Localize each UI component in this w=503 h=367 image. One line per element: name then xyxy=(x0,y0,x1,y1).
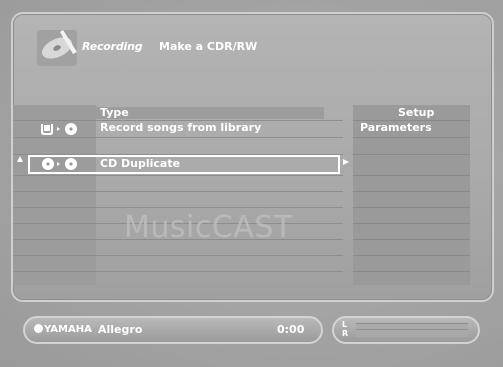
level-meter xyxy=(356,323,468,337)
left-channel-label: L xyxy=(342,320,348,329)
brand-label: YAMAHA xyxy=(44,324,92,335)
page-title: Recording xyxy=(82,40,143,53)
page-subtitle: Make a CDR/RW xyxy=(159,40,258,53)
right-channel-label: R xyxy=(342,329,349,338)
scroll-up-arrow-icon[interactable] xyxy=(17,156,23,162)
type-column-header: Type xyxy=(100,106,129,119)
library-to-disc-icon xyxy=(41,123,77,135)
disc-to-disc-icon xyxy=(42,158,77,170)
setup-column-header: Setup xyxy=(398,106,435,119)
type-header-band xyxy=(96,107,324,119)
submenu-arrow-icon xyxy=(343,159,349,165)
playback-time: 0:00 xyxy=(277,323,305,336)
musiccast-watermark: MusicCAST xyxy=(124,210,293,245)
setup-parameters-button[interactable]: Parameters xyxy=(360,121,432,134)
yamaha-emblem-icon xyxy=(34,324,43,333)
yamaha-logo: YAMAHA xyxy=(34,324,92,335)
station-name: Allegro xyxy=(98,323,143,336)
list-item-cd-duplicate[interactable]: CD Duplicate xyxy=(100,157,180,170)
cd-recording-icon xyxy=(37,30,77,66)
list-item-record-library[interactable]: Record songs from library xyxy=(100,121,261,134)
level-channel-labels: LR xyxy=(342,320,348,338)
